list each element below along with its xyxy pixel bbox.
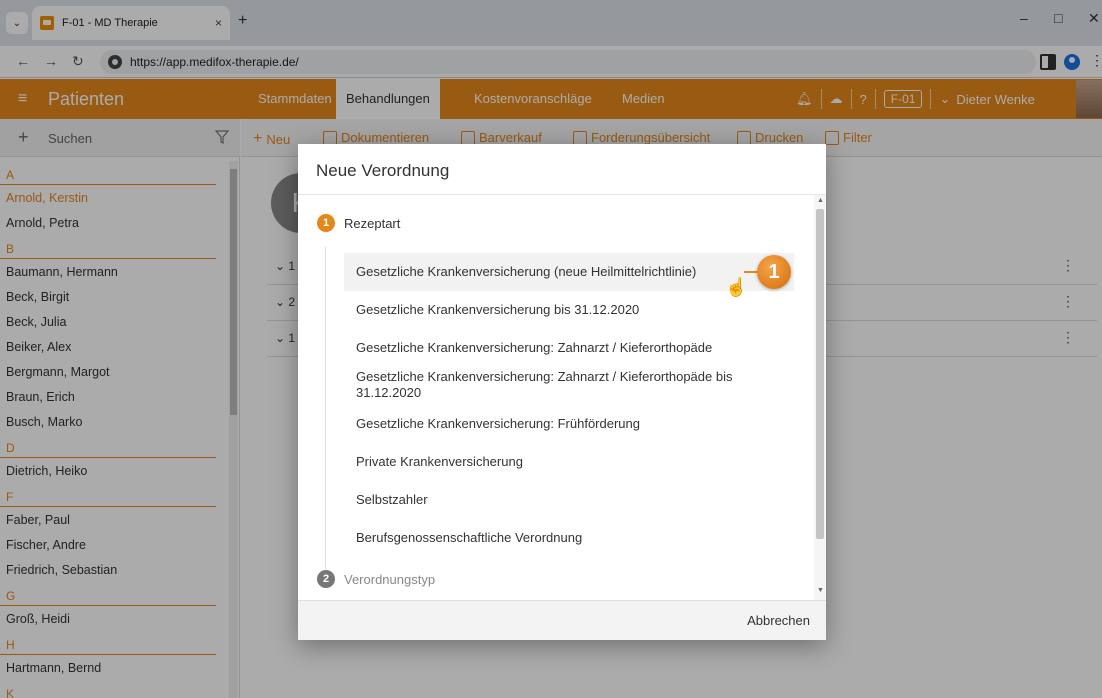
step-connector — [325, 247, 326, 569]
dialog-footer: Abbrechen — [298, 600, 826, 640]
callout-marker: 1 — [757, 255, 791, 289]
option-gkv-zahnarzt-bis-2020[interactable]: Gesetzliche Krankenversicherung: Zahnarz… — [344, 367, 794, 405]
hand-cursor-icon: ☝ — [725, 277, 748, 297]
dialog-body: 1 Rezeptart Gesetzliche Krankenversicher… — [298, 195, 826, 600]
option-berufsgenossenschaft[interactable]: Berufsgenossenschaftliche Verordnung — [344, 519, 794, 557]
dialog-scrollbar-thumb[interactable] — [816, 209, 824, 539]
dialog-scrollbar[interactable]: ▲ ▼ — [814, 195, 826, 600]
step-2-label: Verordnungstyp — [344, 572, 436, 587]
new-prescription-dialog: Neue Verordnung 1 Rezeptart Gesetzliche … — [298, 144, 826, 640]
option-private-kv[interactable]: Private Krankenversicherung — [344, 443, 794, 481]
scroll-up-icon[interactable]: ▲ — [817, 197, 824, 204]
cancel-button[interactable]: Abbrechen — [747, 613, 810, 628]
step-1-label: Rezeptart — [344, 216, 401, 231]
step-2-number: 2 — [317, 570, 335, 588]
option-gkv-fruehfoerderung[interactable]: Gesetzliche Krankenversicherung: Frühför… — [344, 405, 794, 443]
step-1-number: 1 — [317, 214, 335, 232]
scroll-down-icon[interactable]: ▼ — [817, 587, 824, 594]
option-gkv-zahnarzt[interactable]: Gesetzliche Krankenversicherung: Zahnarz… — [344, 329, 794, 367]
callout-connector — [744, 271, 758, 273]
dialog-title: Neue Verordnung — [316, 161, 450, 180]
option-selbstzahler[interactable]: Selbstzahler — [344, 481, 794, 519]
